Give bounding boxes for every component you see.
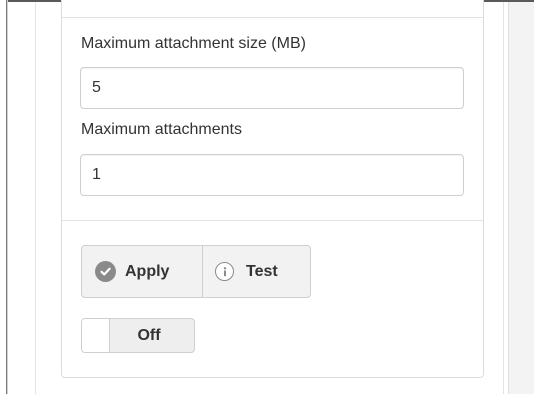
apply-button-label: Apply <box>125 262 170 280</box>
window-left-border <box>0 0 8 394</box>
column-divider <box>503 2 504 394</box>
max-attachments-input[interactable] <box>80 154 464 196</box>
apply-button[interactable]: Apply <box>82 246 203 297</box>
toggle-state-label: Off <box>137 326 161 344</box>
toggle-knob <box>82 319 110 352</box>
enable-toggle[interactable]: Off <box>81 318 195 353</box>
section-divider <box>62 220 483 221</box>
section-divider <box>62 17 483 18</box>
test-button-label: Test <box>246 262 278 280</box>
max-attachment-size-label: Maximum attachment size (MB) <box>81 35 306 52</box>
info-circle-icon <box>215 262 234 281</box>
max-attachments-label: Maximum attachments <box>81 121 242 138</box>
max-attachment-size-input[interactable] <box>80 67 464 109</box>
attachment-settings-panel: Maximum attachment size (MB) Maximum att… <box>61 0 484 378</box>
column-divider <box>35 2 36 394</box>
test-button[interactable]: Test <box>203 246 310 297</box>
check-circle-icon <box>95 261 116 282</box>
action-button-group: Apply Test <box>81 245 311 298</box>
right-gutter <box>508 2 534 394</box>
